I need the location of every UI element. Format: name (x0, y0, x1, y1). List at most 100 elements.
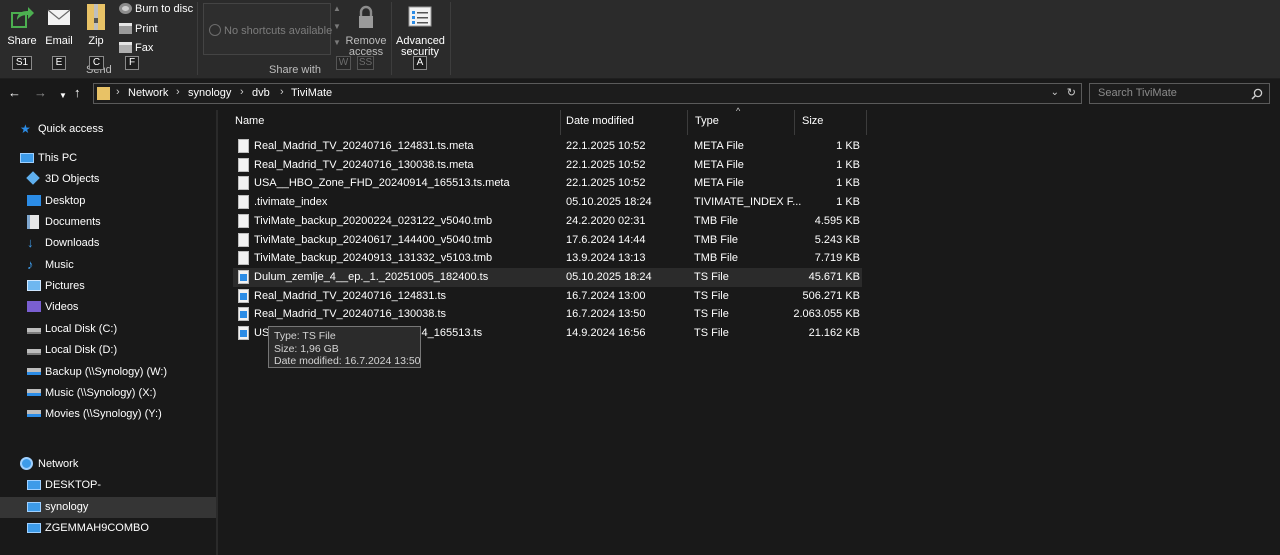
document-file-icon (238, 157, 249, 172)
file-size: 1 KB (836, 140, 860, 152)
sidebar-item-label: Downloads (45, 237, 100, 249)
file-date-modified: 05.10.2025 18:24 (566, 196, 652, 209)
sidebar-item-label: Pictures (45, 280, 85, 292)
keytip-zip: C (89, 56, 104, 70)
column-header-size[interactable]: Size (795, 110, 867, 135)
file-row[interactable]: USA__HBO_Zone_FHD_20240914_165513.ts.met… (233, 174, 862, 193)
burn-to-disc-button[interactable]: Burn to disc (119, 3, 193, 15)
zip-folder-icon (87, 4, 105, 30)
sidebar-item-pictures[interactable]: Pictures (0, 276, 216, 297)
file-name: Real_Madrid_TV_20240716_124831.ts.meta (254, 140, 474, 152)
file-type: TMB File (694, 252, 738, 265)
file-date-modified: 14.9.2024 16:56 (566, 327, 646, 339)
file-row[interactable]: Real_Madrid_TV_20240716_130038.ts 16.7.20… (233, 305, 862, 324)
sidebar-item-music[interactable]: ♪ Music (0, 255, 216, 276)
sidebar-item-movies-synology-y[interactable]: Movies (\\Synology) (Y:) (0, 404, 216, 425)
network-icon (20, 457, 34, 471)
computer-icon (27, 500, 41, 514)
document-file-icon (238, 251, 249, 266)
remove-access-label-2: access (348, 46, 384, 58)
ribbon-separator (391, 2, 392, 75)
documents-icon (27, 215, 41, 229)
refresh-icon[interactable]: ↻ (1067, 86, 1076, 99)
breadcrumb-network[interactable]: Network (128, 87, 168, 99)
sidebar-item-this-pc[interactable]: This PC (0, 148, 216, 169)
email-button[interactable]: Email (44, 4, 74, 47)
sidebar-item-label: synology (45, 501, 89, 513)
sidebar-item-desktop[interactable]: Desktop (0, 191, 216, 212)
file-row[interactable]: Dulum_zemlje_4__ep._1._20251005_182400.t… (233, 267, 862, 287)
sidebar-item-local-disk-d[interactable]: Local Disk (D:) (0, 340, 216, 361)
sidebar-item-3d-objects[interactable]: 3D Objects (0, 169, 216, 190)
address-bar-row: ← → ▼ ↑ › Network › synology › dvb › Tiv… (0, 80, 1280, 107)
sidebar-item-music-synology-x[interactable]: Music (\\Synology) (X:) (0, 383, 216, 404)
column-header-date-modified[interactable]: Date modified (559, 110, 688, 135)
sidebar-item-label: Backup (\\Synology) (W:) (45, 366, 168, 378)
file-row[interactable]: TiviMate_backup_20240913_131332_v5103.tm… (233, 249, 862, 268)
sidebar-item-network[interactable]: Network (0, 454, 216, 475)
back-arrow-icon[interactable]: ← (8, 85, 21, 101)
file-row[interactable]: Real_Madrid_TV_20240716_124831.ts.meta 22… (233, 137, 862, 156)
file-size: 1 KB (836, 196, 860, 209)
column-header-name[interactable]: Name (228, 110, 561, 135)
sidebar-item-downloads[interactable]: ↓ Downloads (0, 233, 216, 254)
gallery-scroll-up-icon[interactable]: ▲ (333, 4, 341, 13)
recent-locations-chevron-icon[interactable]: ▼ (59, 88, 67, 104)
advanced-security-button[interactable]: Advanced security (396, 4, 445, 58)
sidebar-item-backup-synology-w[interactable]: Backup (\\Synology) (W:) (0, 362, 216, 383)
ribbon-separator (197, 2, 198, 75)
gallery-scroll-down-icon[interactable]: ▼ (333, 22, 341, 31)
sidebar-item-videos[interactable]: Videos (0, 297, 216, 318)
file-date-modified: 22.1.2025 10:52 (566, 177, 646, 190)
fax-icon (119, 42, 132, 53)
sidebar-item-label: Movies (\\Synology) (Y:) (45, 408, 162, 420)
fax-button[interactable]: Fax (119, 42, 153, 54)
forward-arrow-icon[interactable]: → (34, 85, 47, 101)
sidebar-item-quick-access[interactable]: ★ Quick access (0, 119, 216, 140)
file-row[interactable]: Real_Madrid_TV_20240716_124831.ts 16.7.20… (233, 287, 862, 306)
print-button[interactable]: Print (119, 23, 158, 35)
media-file-icon (238, 326, 249, 340)
sidebar-item-zgemmah9combo[interactable]: ZGEMMAH9COMBO (0, 518, 216, 539)
sidebar-item-documents[interactable]: Documents (0, 212, 216, 233)
breadcrumb-dvb[interactable]: dvb (252, 87, 270, 99)
search-icon (1251, 88, 1263, 100)
document-file-icon (238, 176, 249, 191)
sidebar-item-local-disk-c[interactable]: Local Disk (C:) (0, 319, 216, 340)
file-row[interactable]: TiviMate_backup_20240617_144400_v5040.tm… (233, 231, 862, 250)
file-name: TiviMate_backup_20240617_144400_v5040.tm… (254, 233, 493, 246)
up-arrow-icon[interactable]: ↑ (74, 85, 81, 101)
file-type: META File (694, 177, 744, 190)
sidebar-item-desktop[interactable]: DESKTOP- (0, 475, 216, 496)
ribbon-separator (450, 2, 451, 75)
breadcrumb-synology[interactable]: synology (188, 87, 231, 99)
sidebar-item-label: Documents (45, 216, 101, 228)
file-date-modified: 13.9.2024 13:13 (566, 252, 646, 265)
drive-icon (27, 322, 41, 336)
file-type: TS File (694, 270, 729, 283)
file-name: USA__HBO_Zone_FHD_20240914_165513.ts.met… (254, 177, 510, 190)
remove-access-button[interactable]: Remove access (345, 4, 387, 58)
file-type: TMB File (694, 214, 738, 227)
download-icon: ↓ (27, 235, 34, 250)
file-date-modified: 16.7.2024 13:00 (566, 289, 646, 302)
file-size: 45.671 KB (808, 270, 860, 283)
file-row[interactable]: Real_Madrid_TV_20240716_130038.ts.meta 22… (233, 156, 862, 175)
gallery-expand-icon[interactable]: ▼ (333, 38, 341, 47)
sidebar-item-label: ZGEMMAH9COMBO (45, 522, 149, 534)
sidebar-item-synology[interactable]: synology (0, 497, 216, 518)
file-row[interactable]: .tivimate_index 05.10.2025 18:24 TIVIMATE_… (233, 193, 862, 212)
videos-icon (27, 300, 41, 314)
search-input[interactable]: Search TiviMate (1089, 83, 1270, 104)
file-name: Real_Madrid_TV_20240716_130038.ts (254, 308, 447, 321)
file-row[interactable]: TiviMate_backup_20200224_023122_v5040.tm… (233, 212, 862, 231)
breadcrumb-tivimate[interactable]: TiviMate (291, 87, 332, 99)
column-header-type[interactable]: ^ Type (688, 106, 795, 135)
zip-button[interactable]: Zip (83, 4, 109, 47)
address-bar[interactable]: › Network › synology › dvb › TiviMate ⌄ … (93, 83, 1082, 104)
file-date-modified: 16.7.2024 13:50 (566, 308, 646, 321)
share-button[interactable]: Share (6, 4, 38, 47)
share-shortcuts-gallery[interactable]: No shortcuts available (203, 3, 332, 55)
breadcrumb-separator: › (176, 86, 180, 98)
address-dropdown-chevron-icon[interactable]: ⌄ (1051, 87, 1059, 98)
